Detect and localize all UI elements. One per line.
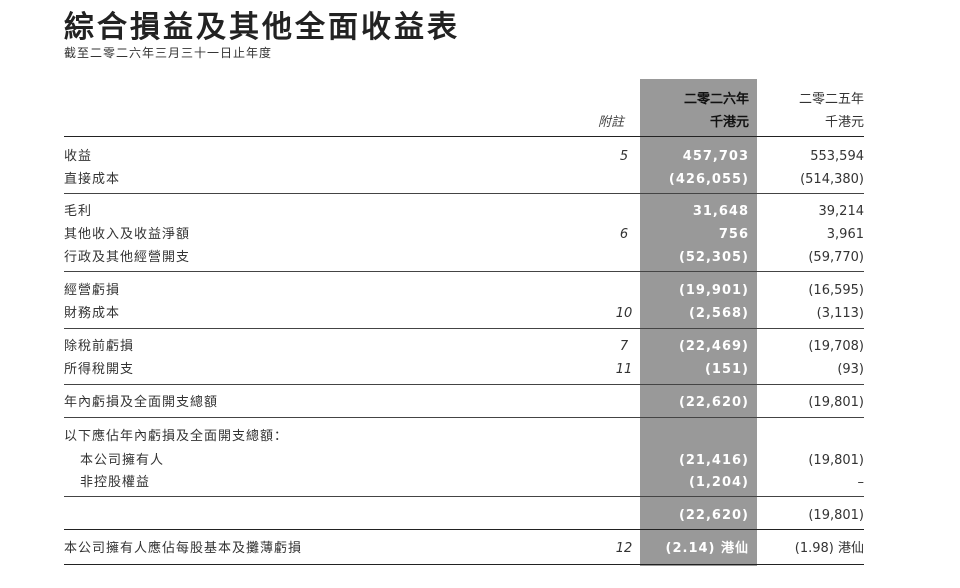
table-row: (22,620) (19,801): [64, 505, 864, 526]
table-row: 非控股權益 (1,204) –: [64, 472, 864, 493]
header-rule: [64, 136, 864, 137]
row-value-2025: (93): [837, 362, 864, 377]
table-row: 以下應佔年內虧損及全面開支總額：: [64, 426, 864, 447]
row-label: 行政及其他經營開支: [64, 250, 191, 265]
page-subtitle: 截至二零二六年三月三十一日止年度: [64, 46, 273, 60]
row-label: 除稅前虧損: [64, 339, 135, 354]
header-2025-year: 二零二五年: [798, 92, 864, 107]
row-value-2025: (19,801): [808, 453, 864, 468]
row-value-2025: –: [857, 475, 865, 490]
row-value-2026: (19,901): [678, 283, 749, 298]
row-value-2025: (59,770): [808, 250, 864, 265]
row-label: 以下應佔年內虧損及全面開支總額：: [64, 429, 289, 444]
row-value-2026: (52,305): [678, 250, 749, 265]
row-value-2026: (22,469): [678, 339, 749, 354]
row-divider: [64, 328, 864, 329]
row-label: 年內虧損及全面開支總額: [64, 395, 219, 410]
row-value-2026: (1,204): [688, 475, 749, 490]
row-label: 非控股權益: [80, 475, 151, 490]
row-divider: [64, 496, 864, 497]
row-value-2026: (21,416): [678, 453, 749, 468]
row-value-2026: 457,703: [682, 149, 749, 164]
row-value-2026: 31,648: [692, 204, 749, 219]
table-row: 直接成本 (426,055) (514,380): [64, 169, 864, 190]
header-2026-year: 二零二六年: [683, 92, 749, 107]
row-label: 本公司擁有人應佔每股基本及攤薄虧損: [64, 541, 303, 556]
row-value-2026: (426,055): [668, 172, 749, 187]
row-divider: [64, 193, 864, 194]
row-label: 經營虧損: [64, 283, 121, 298]
row-value-2025: 3,961: [826, 227, 864, 242]
row-value-2026: (22,620): [678, 395, 749, 410]
row-value-2025: 553,594: [810, 149, 864, 164]
row-value-2026: (22,620): [678, 508, 749, 523]
row-label: 本公司擁有人: [80, 453, 165, 468]
row-label: 財務成本: [64, 306, 121, 321]
header-2025-unit: 千港元: [824, 115, 864, 130]
table-row: 本公司擁有人 (21,416) (19,801): [64, 450, 864, 471]
header-note: 附註: [597, 115, 624, 130]
row-divider: [64, 417, 864, 418]
row-label: 所得稅開支: [64, 362, 135, 377]
row-value-2025: (1.98) 港仙: [794, 541, 864, 556]
row-value-2025: (514,380): [800, 172, 864, 187]
table-row: 毛利 31,648 39,214: [64, 201, 864, 222]
header-2026-unit: 千港元: [709, 115, 749, 130]
row-divider: [64, 271, 864, 272]
row-value-2025: (16,595): [808, 283, 864, 298]
row-value-2025: 39,214: [818, 204, 865, 219]
table-row: 行政及其他經營開支 (52,305) (59,770): [64, 247, 864, 268]
row-value-2025: (19,801): [808, 508, 864, 523]
table-row: 其他收入及收益淨額 6 756 3,961: [64, 224, 864, 245]
row-value-2025: (19,708): [808, 339, 864, 354]
page-title: 綜合損益及其他全面收益表: [64, 10, 460, 45]
row-label: 直接成本: [64, 172, 121, 187]
row-value-2026: (2.14) 港仙: [665, 541, 749, 556]
table-row: 除稅前虧損 7 (22,469) (19,708): [64, 336, 864, 357]
row-label: 其他收入及收益淨額: [64, 227, 191, 242]
row-value-2026: 756: [718, 227, 749, 242]
bottom-rule: [64, 564, 864, 565]
table-row: 所得稅開支 11 (151) (93): [64, 359, 864, 380]
row-value-2025: (19,801): [808, 395, 864, 410]
table-row: 經營虧損 (19,901) (16,595): [64, 280, 864, 301]
row-divider: [64, 384, 864, 385]
row-value-2026: (2,568): [688, 306, 749, 321]
table-row: 年內虧損及全面開支總額 (22,620) (19,801): [64, 392, 864, 413]
table-row: 收益 5 457,703 553,594: [64, 146, 864, 167]
total-rule: [64, 529, 864, 530]
row-value-2025: (3,113): [816, 306, 864, 321]
table-row: 財務成本 10 (2,568) (3,113): [64, 303, 864, 324]
row-label: 收益: [64, 149, 93, 164]
table-row: 本公司擁有人應佔每股基本及攤薄虧損 12 (2.14) 港仙 (1.98) 港仙: [64, 538, 864, 559]
row-value-2026: (151): [704, 362, 749, 377]
row-label: 毛利: [64, 204, 93, 219]
